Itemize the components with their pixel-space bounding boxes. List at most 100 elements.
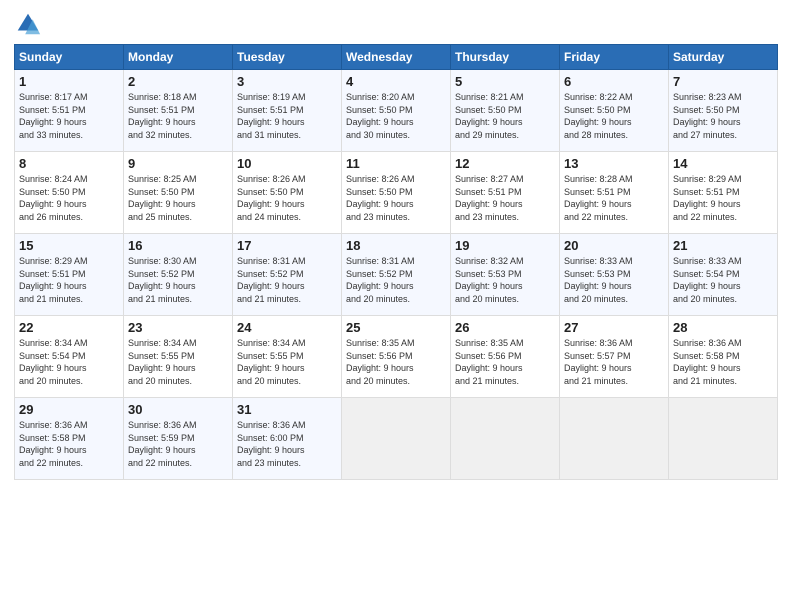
day-cell: 10Sunrise: 8:26 AM Sunset: 5:50 PM Dayli… xyxy=(233,152,342,234)
day-cell xyxy=(669,398,778,480)
day-cell: 13 Sunrise: 8:28 AM Sunset: 5:51 PM Dayli… xyxy=(560,152,669,234)
day-cell: 30 Sunrise: 8:36 AM Sunset: 5:59 PM Dayli… xyxy=(124,398,233,480)
day-info: Sunrise: 8:20 AM Sunset: 5:50 PM Dayligh… xyxy=(346,91,446,141)
day-number: 21 xyxy=(673,238,773,253)
day-info: Sunrise: 8:31 AM Sunset: 5:52 PM Dayligh… xyxy=(346,255,446,305)
day-number: 5 xyxy=(455,74,555,89)
day-number: 27 xyxy=(564,320,664,335)
day-info: Sunrise: 8:34 AM Sunset: 5:55 PM Dayligh… xyxy=(237,337,337,387)
day-info: Sunrise: 8:34 AM Sunset: 5:55 PM Dayligh… xyxy=(128,337,228,387)
day-cell: 23 Sunrise: 8:34 AM Sunset: 5:55 PM Dayli… xyxy=(124,316,233,398)
logo-icon xyxy=(14,10,42,38)
calendar-table: SundayMondayTuesdayWednesdayThursdayFrid… xyxy=(14,44,778,480)
day-info: Sunrise: 8:33 AM Sunset: 5:53 PM Dayligh… xyxy=(564,255,664,305)
day-info: Sunrise: 8:36 AM Sunset: 6:00 PM Dayligh… xyxy=(237,419,337,469)
col-header-tuesday: Tuesday xyxy=(233,45,342,70)
day-number: 19 xyxy=(455,238,555,253)
day-number: 26 xyxy=(455,320,555,335)
day-number: 22 xyxy=(19,320,119,335)
day-info: Sunrise: 8:36 AM Sunset: 5:58 PM Dayligh… xyxy=(673,337,773,387)
page-container: SundayMondayTuesdayWednesdayThursdayFrid… xyxy=(0,0,792,488)
day-info: Sunrise: 8:26 AM Sunset: 5:50 PM Dayligh… xyxy=(346,173,446,223)
day-cell: 29 Sunrise: 8:36 AM Sunset: 5:58 PM Dayli… xyxy=(15,398,124,480)
week-row-2: 8 Sunrise: 8:24 AM Sunset: 5:50 PM Daylig… xyxy=(15,152,778,234)
day-info: Sunrise: 8:35 AM Sunset: 5:56 PM Dayligh… xyxy=(346,337,446,387)
day-cell xyxy=(342,398,451,480)
day-number: 25 xyxy=(346,320,446,335)
day-cell: 5 Sunrise: 8:21 AM Sunset: 5:50 PM Daylig… xyxy=(451,70,560,152)
col-header-saturday: Saturday xyxy=(669,45,778,70)
col-header-wednesday: Wednesday xyxy=(342,45,451,70)
day-number: 20 xyxy=(564,238,664,253)
day-number: 14 xyxy=(673,156,773,171)
week-row-5: 29 Sunrise: 8:36 AM Sunset: 5:58 PM Dayli… xyxy=(15,398,778,480)
day-info: Sunrise: 8:28 AM Sunset: 5:51 PM Dayligh… xyxy=(564,173,664,223)
day-cell: 9 Sunrise: 8:25 AM Sunset: 5:50 PM Daylig… xyxy=(124,152,233,234)
day-number: 8 xyxy=(19,156,119,171)
day-number: 15 xyxy=(19,238,119,253)
day-number: 1 xyxy=(19,74,119,89)
day-info: Sunrise: 8:18 AM Sunset: 5:51 PM Dayligh… xyxy=(128,91,228,141)
day-cell: 21 Sunrise: 8:33 AM Sunset: 5:54 PM Dayli… xyxy=(669,234,778,316)
day-info: Sunrise: 8:36 AM Sunset: 5:58 PM Dayligh… xyxy=(19,419,119,469)
day-number: 18 xyxy=(346,238,446,253)
day-number: 28 xyxy=(673,320,773,335)
day-info: Sunrise: 8:25 AM Sunset: 5:50 PM Dayligh… xyxy=(128,173,228,223)
day-cell: 2 Sunrise: 8:18 AM Sunset: 5:51 PM Daylig… xyxy=(124,70,233,152)
day-cell: 27Sunrise: 8:36 AM Sunset: 5:57 PM Dayli… xyxy=(560,316,669,398)
day-number: 9 xyxy=(128,156,228,171)
day-number: 4 xyxy=(346,74,446,89)
week-row-4: 22 Sunrise: 8:34 AM Sunset: 5:54 PM Dayli… xyxy=(15,316,778,398)
day-cell: 31Sunrise: 8:36 AM Sunset: 6:00 PM Dayli… xyxy=(233,398,342,480)
day-info: Sunrise: 8:26 AM Sunset: 5:50 PM Dayligh… xyxy=(237,173,337,223)
day-number: 24 xyxy=(237,320,337,335)
day-cell: 22 Sunrise: 8:34 AM Sunset: 5:54 PM Dayli… xyxy=(15,316,124,398)
day-number: 30 xyxy=(128,402,228,417)
day-cell: 24 Sunrise: 8:34 AM Sunset: 5:55 PM Dayli… xyxy=(233,316,342,398)
day-number: 2 xyxy=(128,74,228,89)
col-header-friday: Friday xyxy=(560,45,669,70)
header xyxy=(14,10,778,38)
day-cell: 7 Sunrise: 8:23 AM Sunset: 5:50 PM Daylig… xyxy=(669,70,778,152)
day-number: 29 xyxy=(19,402,119,417)
week-row-1: 1 Sunrise: 8:17 AM Sunset: 5:51 PM Daylig… xyxy=(15,70,778,152)
day-number: 7 xyxy=(673,74,773,89)
day-info: Sunrise: 8:33 AM Sunset: 5:54 PM Dayligh… xyxy=(673,255,773,305)
day-cell: 11 Sunrise: 8:26 AM Sunset: 5:50 PM Dayli… xyxy=(342,152,451,234)
day-cell: 14 Sunrise: 8:29 AM Sunset: 5:51 PM Dayli… xyxy=(669,152,778,234)
day-cell: 16 Sunrise: 8:30 AM Sunset: 5:52 PM Dayli… xyxy=(124,234,233,316)
day-cell: 18 Sunrise: 8:31 AM Sunset: 5:52 PM Dayli… xyxy=(342,234,451,316)
day-number: 11 xyxy=(346,156,446,171)
day-cell: 26 Sunrise: 8:35 AM Sunset: 5:56 PM Dayli… xyxy=(451,316,560,398)
day-info: Sunrise: 8:21 AM Sunset: 5:50 PM Dayligh… xyxy=(455,91,555,141)
day-cell: 6 Sunrise: 8:22 AM Sunset: 5:50 PM Daylig… xyxy=(560,70,669,152)
day-cell xyxy=(560,398,669,480)
day-cell: 25 Sunrise: 8:35 AM Sunset: 5:56 PM Dayli… xyxy=(342,316,451,398)
day-number: 16 xyxy=(128,238,228,253)
day-info: Sunrise: 8:30 AM Sunset: 5:52 PM Dayligh… xyxy=(128,255,228,305)
day-cell: 1 Sunrise: 8:17 AM Sunset: 5:51 PM Daylig… xyxy=(15,70,124,152)
day-info: Sunrise: 8:35 AM Sunset: 5:56 PM Dayligh… xyxy=(455,337,555,387)
day-cell: 3Sunrise: 8:19 AM Sunset: 5:51 PM Daylig… xyxy=(233,70,342,152)
day-info: Sunrise: 8:29 AM Sunset: 5:51 PM Dayligh… xyxy=(19,255,119,305)
day-info: Sunrise: 8:17 AM Sunset: 5:51 PM Dayligh… xyxy=(19,91,119,141)
day-info: Sunrise: 8:34 AM Sunset: 5:54 PM Dayligh… xyxy=(19,337,119,387)
day-number: 3 xyxy=(237,74,337,89)
day-cell: 12 Sunrise: 8:27 AM Sunset: 5:51 PM Dayli… xyxy=(451,152,560,234)
day-number: 23 xyxy=(128,320,228,335)
day-number: 6 xyxy=(564,74,664,89)
day-info: Sunrise: 8:29 AM Sunset: 5:51 PM Dayligh… xyxy=(673,173,773,223)
day-info: Sunrise: 8:27 AM Sunset: 5:51 PM Dayligh… xyxy=(455,173,555,223)
day-cell: 8 Sunrise: 8:24 AM Sunset: 5:50 PM Daylig… xyxy=(15,152,124,234)
day-info: Sunrise: 8:32 AM Sunset: 5:53 PM Dayligh… xyxy=(455,255,555,305)
col-header-thursday: Thursday xyxy=(451,45,560,70)
day-info: Sunrise: 8:31 AM Sunset: 5:52 PM Dayligh… xyxy=(237,255,337,305)
day-number: 13 xyxy=(564,156,664,171)
day-info: Sunrise: 8:24 AM Sunset: 5:50 PM Dayligh… xyxy=(19,173,119,223)
day-cell: 4 Sunrise: 8:20 AM Sunset: 5:50 PM Daylig… xyxy=(342,70,451,152)
day-info: Sunrise: 8:22 AM Sunset: 5:50 PM Dayligh… xyxy=(564,91,664,141)
day-number: 12 xyxy=(455,156,555,171)
day-cell: 28 Sunrise: 8:36 AM Sunset: 5:58 PM Dayli… xyxy=(669,316,778,398)
day-info: Sunrise: 8:36 AM Sunset: 5:59 PM Dayligh… xyxy=(128,419,228,469)
day-info: Sunrise: 8:23 AM Sunset: 5:50 PM Dayligh… xyxy=(673,91,773,141)
